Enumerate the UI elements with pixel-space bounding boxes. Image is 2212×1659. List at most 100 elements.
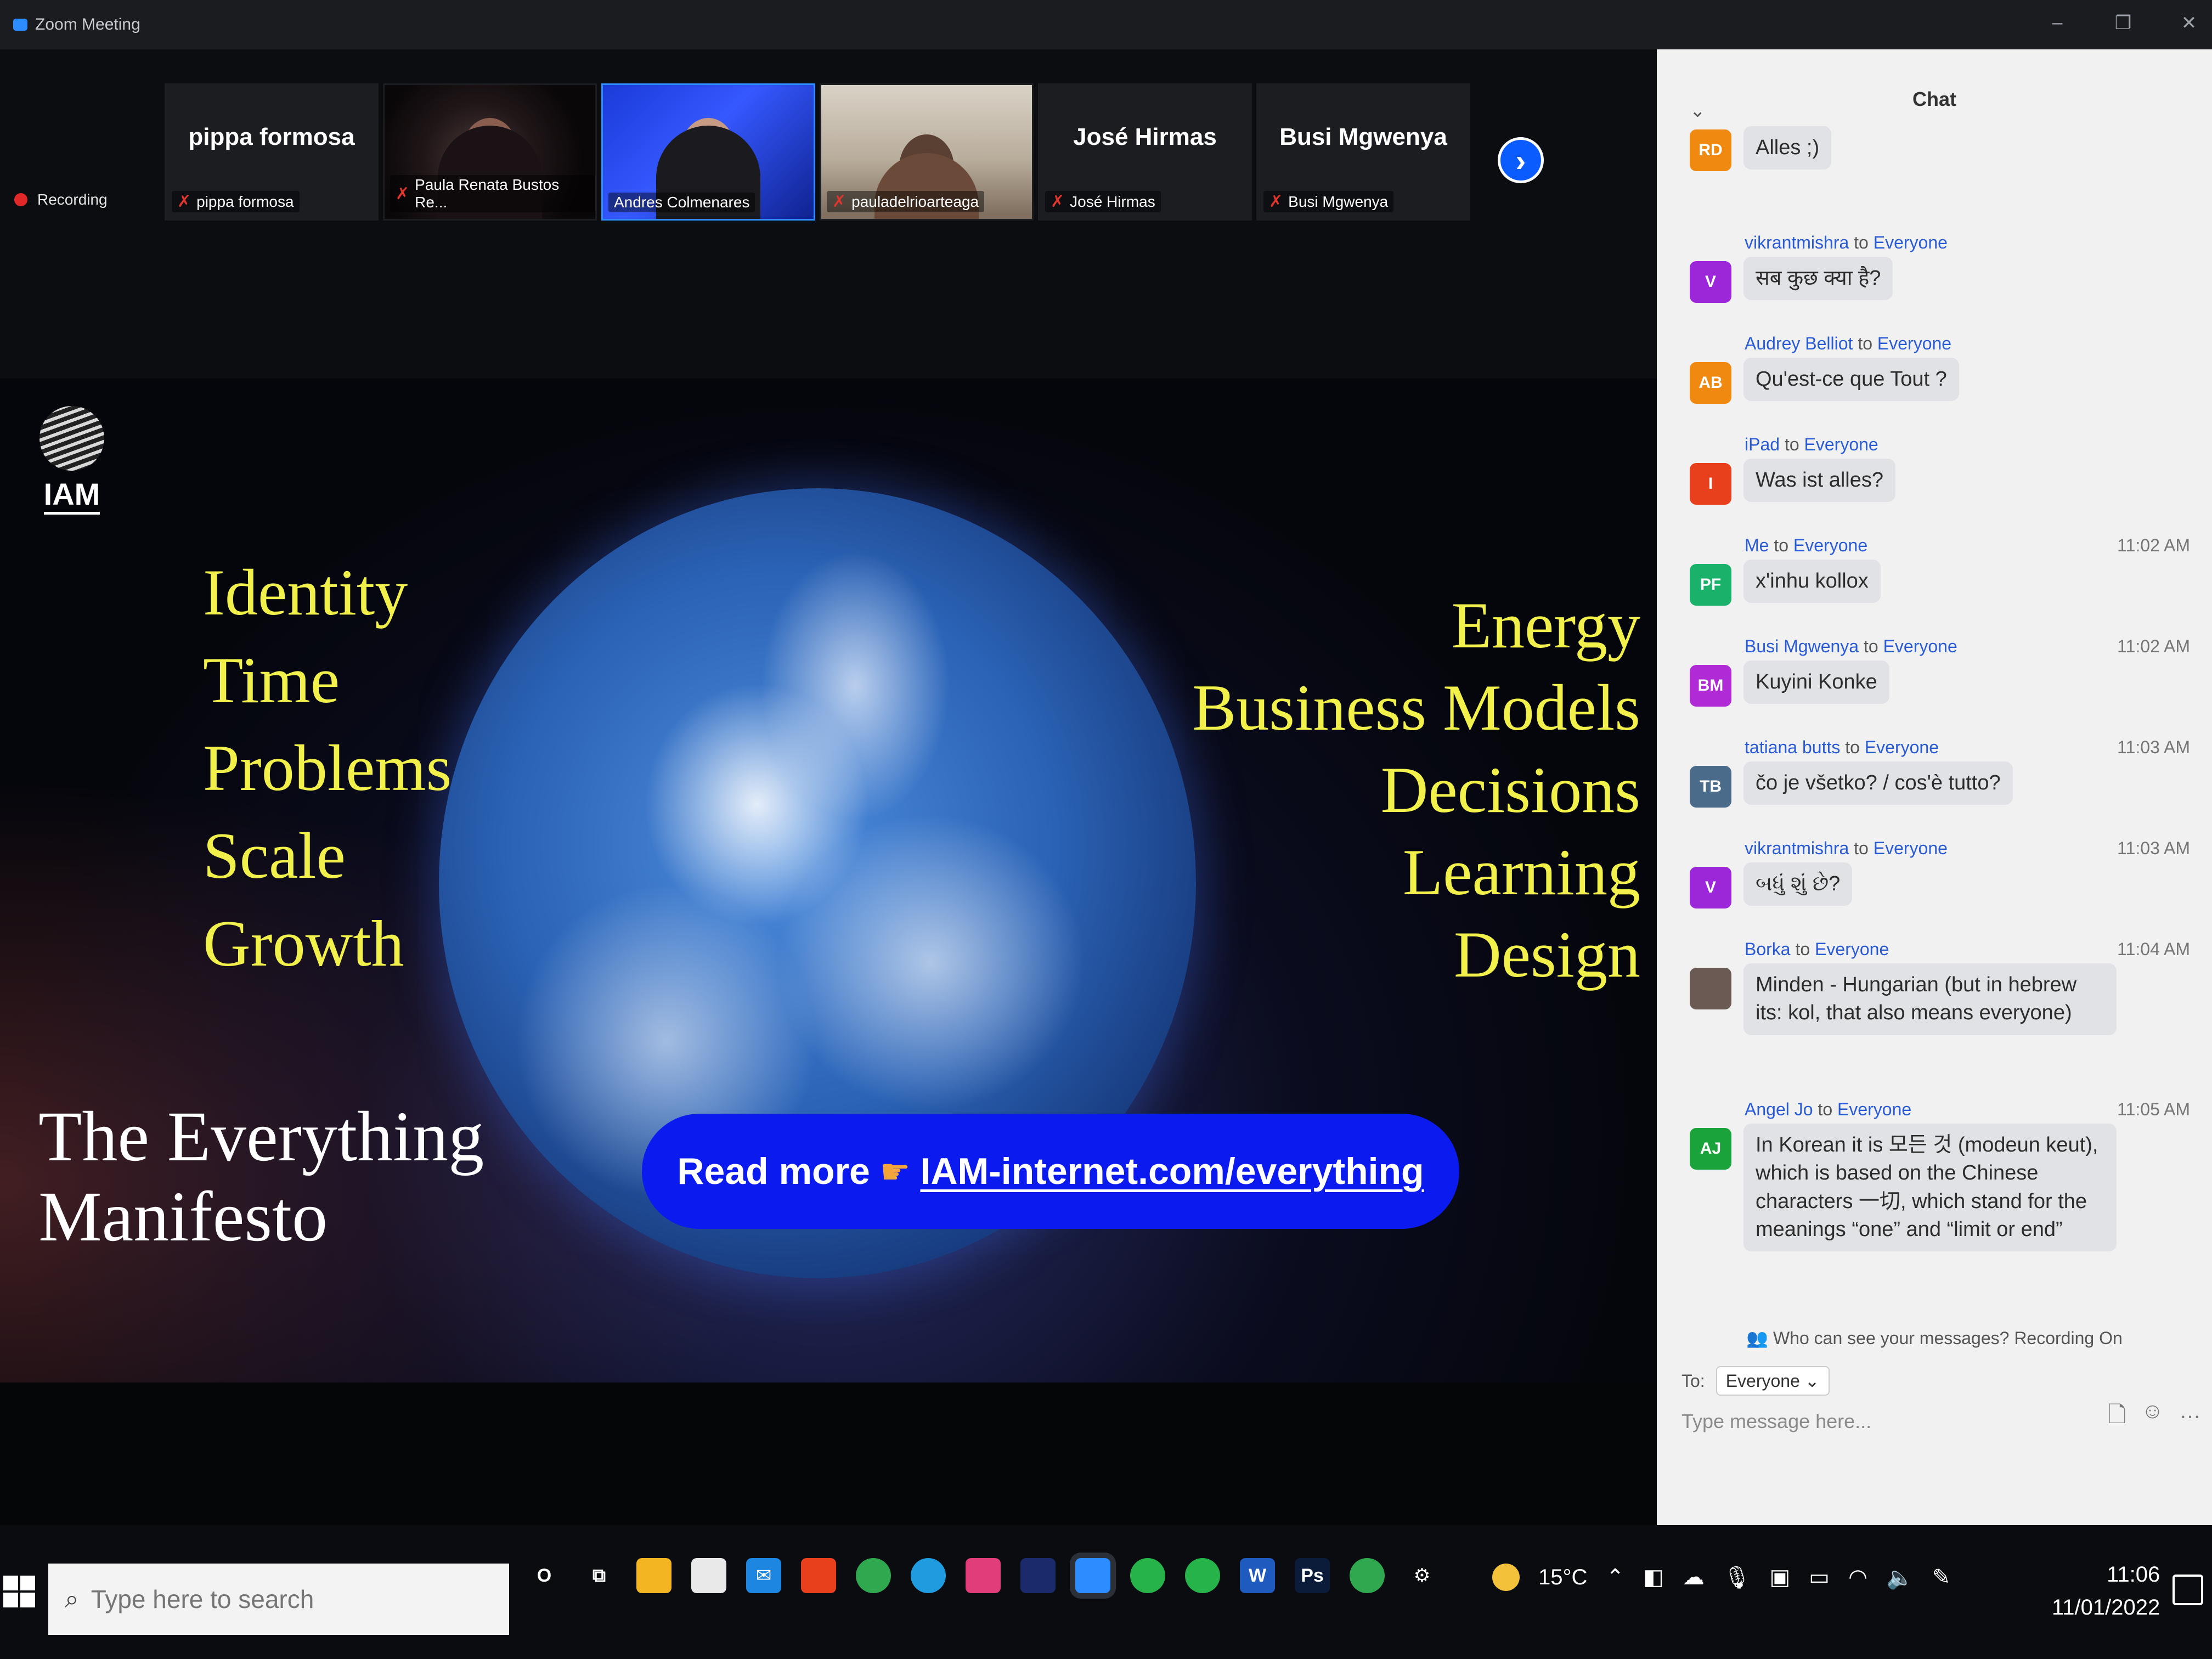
weather-icon[interactable] bbox=[1492, 1564, 1520, 1591]
chat-message[interactable]: Busi Mgwenya to Everyone 11:02 AM BM Kuyini… bbox=[1657, 636, 2212, 737]
avatar[interactable]: TB bbox=[1690, 766, 1731, 808]
sender-name: Angel Jo bbox=[1745, 1099, 1813, 1119]
message-text: Minden - Hungarian (but in hebrew its: k… bbox=[1743, 963, 2117, 1035]
slide-word-left: Scale bbox=[203, 819, 346, 892]
clock-date: 11/01/2022 bbox=[2052, 1595, 2160, 1620]
participant-tile[interactable]: José Hirmas ✗ José Hirmas bbox=[1038, 83, 1252, 221]
to-word: to bbox=[1863, 636, 1878, 656]
avatar[interactable]: V bbox=[1690, 867, 1731, 909]
message-header: vikrantmishra to Everyone bbox=[1745, 838, 1948, 859]
temperature[interactable]: 15°C bbox=[1538, 1565, 1587, 1590]
taskbar-task-view-icon[interactable]: ⧉ bbox=[582, 1558, 617, 1593]
mic-muted-icon: ✗ bbox=[832, 193, 847, 211]
taskbar-file-explorer-icon[interactable] bbox=[636, 1558, 672, 1593]
participant-tile[interactable]: pippa formosa ✗ pippa formosa bbox=[165, 83, 379, 221]
taskbar-search[interactable]: ⌕ bbox=[48, 1564, 509, 1635]
minimize-button[interactable]: – bbox=[2041, 12, 2074, 33]
participant-display-name: pippa formosa bbox=[188, 123, 355, 150]
chat-header: ⌄ Chat bbox=[1657, 49, 2212, 121]
taskbar-green-app-1-icon[interactable] bbox=[1130, 1558, 1165, 1593]
search-icon: ⌕ bbox=[65, 1584, 79, 1613]
taskbar-app-dark-icon[interactable] bbox=[1020, 1558, 1056, 1593]
participant-tile[interactable]: ✗ Paula Renata Bustos Re... bbox=[383, 83, 597, 221]
taskbar-photoshop-icon[interactable]: Ps bbox=[1295, 1558, 1330, 1593]
wifi-icon[interactable]: ◠ bbox=[1848, 1565, 1867, 1590]
to-word: to bbox=[1858, 334, 1873, 353]
recipient-name: Everyone bbox=[1864, 737, 1939, 757]
chat-title: Chat bbox=[1912, 88, 1956, 110]
recipient-name: Everyone bbox=[1837, 1099, 1912, 1119]
chat-message[interactable]: vikrantmishra to Everyone V सब कुछ क्या है… bbox=[1657, 233, 2212, 334]
emoji-icon[interactable]: ☺ bbox=[2141, 1399, 2164, 1436]
message-text: Alles ;) bbox=[1743, 126, 1832, 170]
slide-word-right: Learning bbox=[1402, 836, 1640, 909]
taskbar-search-input[interactable] bbox=[91, 1584, 420, 1614]
avatar[interactable] bbox=[1690, 968, 1731, 1009]
taskbar-green-app-2-icon[interactable] bbox=[1185, 1558, 1220, 1593]
volume-icon[interactable]: 🔈 bbox=[1886, 1565, 1914, 1590]
message-text: x'inhu kollox bbox=[1743, 560, 1881, 603]
recording-label: Recording bbox=[37, 191, 108, 208]
chat-message[interactable]: Angel Jo to Everyone 11:05 AM AJ In Korean … bbox=[1657, 1099, 2212, 1314]
next-participants-arrow-icon[interactable]: › bbox=[1498, 137, 1544, 183]
read-more-label: Read more bbox=[677, 1150, 870, 1192]
restore-button[interactable]: ❐ bbox=[2107, 12, 2140, 34]
sender-name: tatiana butts bbox=[1745, 737, 1841, 757]
chat-message-list[interactable]: RD Alles ;) vikrantmishra to Everyone V सब क… bbox=[1657, 126, 2212, 1314]
chat-message[interactable]: Audrey Belliot to Everyone AB Qu'est-ce qu… bbox=[1657, 334, 2212, 435]
participant-name: Paula Renata Bustos Re... bbox=[415, 176, 560, 211]
privacy-note[interactable]: 👥 Who can see your messages? Recording O… bbox=[1657, 1328, 2212, 1348]
pen-icon[interactable]: ✎ bbox=[1932, 1565, 1951, 1590]
avatar[interactable]: PF bbox=[1690, 564, 1731, 606]
avatar[interactable]: BM bbox=[1690, 665, 1731, 707]
avatar[interactable]: AB bbox=[1690, 362, 1731, 404]
file-icon[interactable]: 🗋 bbox=[2108, 1399, 2126, 1436]
taskbar-chrome-2-icon[interactable] bbox=[1350, 1558, 1385, 1593]
notification-icon[interactable] bbox=[2172, 1575, 2203, 1605]
taskbar-cortana-icon[interactable]: O bbox=[527, 1558, 562, 1593]
message-input[interactable] bbox=[1681, 1410, 2098, 1433]
close-button[interactable]: ✕ bbox=[2172, 12, 2205, 34]
avatar[interactable]: RD bbox=[1690, 129, 1731, 171]
cloud-icon[interactable]: ☁ bbox=[1683, 1565, 1705, 1590]
taskbar-edge-icon[interactable] bbox=[911, 1558, 946, 1593]
taskbar-zoom-icon[interactable] bbox=[1075, 1558, 1110, 1593]
avatar[interactable]: I bbox=[1690, 463, 1731, 505]
slide-word-left: Identity bbox=[203, 556, 408, 629]
taskbar-mail-icon[interactable]: ✉ bbox=[746, 1558, 781, 1593]
message-time: 11:03 AM bbox=[2117, 838, 2190, 858]
recording-indicator[interactable]: Recording bbox=[14, 191, 108, 208]
taskbar-chrome-icon[interactable] bbox=[856, 1558, 891, 1593]
participant-tile[interactable]: ✗ pauladelrioarteaga bbox=[820, 83, 1034, 221]
chat-message[interactable]: iPad to Everyone I Was ist alles? bbox=[1657, 435, 2212, 535]
chat-message[interactable]: vikrantmishra to Everyone 11:03 AM V બધું શ… bbox=[1657, 838, 2212, 939]
display-icon[interactable]: ▣ bbox=[1769, 1565, 1790, 1590]
participant-name: Busi Mgwenya bbox=[1288, 193, 1389, 210]
chevron-up-icon[interactable]: ⌃ bbox=[1606, 1565, 1624, 1590]
participant-label: ✗ pippa formosa bbox=[172, 191, 300, 212]
mic-muted-icon: ✗ bbox=[177, 193, 191, 211]
participant-tile-active-speaker[interactable]: Andres Colmenares bbox=[601, 83, 815, 221]
taskbar-office-icon[interactable] bbox=[801, 1558, 836, 1593]
windows-start-icon[interactable] bbox=[3, 1576, 35, 1607]
chat-message[interactable]: RD Alles ;) bbox=[1657, 126, 2212, 233]
taskbar-settings-icon[interactable]: ⚙ bbox=[1404, 1558, 1440, 1593]
battery-icon[interactable]: ▭ bbox=[1809, 1565, 1830, 1590]
clock-time: 11:06 bbox=[2107, 1562, 2160, 1587]
chat-message[interactable]: Me to Everyone 11:02 AM PF x'inhu kollox bbox=[1657, 535, 2212, 636]
chat-message[interactable]: Borka to Everyone 11:04 AM Minden - Hungar… bbox=[1657, 939, 2212, 1099]
microphone-icon[interactable]: 🎙 bbox=[1723, 1565, 1751, 1590]
avatar[interactable]: V bbox=[1690, 261, 1731, 303]
participant-tile[interactable]: Busi Mgwenya ✗ Busi Mgwenya bbox=[1256, 83, 1470, 221]
taskbar-store-icon[interactable] bbox=[691, 1558, 726, 1593]
app-tray-icon[interactable]: ◧ bbox=[1643, 1565, 1664, 1590]
message-header: Me to Everyone bbox=[1745, 535, 1867, 556]
taskbar-instagram-icon[interactable] bbox=[966, 1558, 1001, 1593]
taskbar-clock[interactable]: 11:06 11/01/2022 bbox=[2052, 1558, 2160, 1624]
taskbar-word-icon[interactable]: W bbox=[1240, 1558, 1275, 1593]
recipient-dropdown[interactable]: Everyone ⌄ bbox=[1716, 1366, 1830, 1396]
chat-message[interactable]: tatiana butts to Everyone 11:03 AM TB čo je… bbox=[1657, 737, 2212, 838]
more-icon[interactable]: … bbox=[2179, 1399, 2201, 1436]
avatar[interactable]: AJ bbox=[1690, 1128, 1731, 1170]
shared-screen-slide: IAM Identity Time Problems Scale Growth … bbox=[0, 379, 1657, 1383]
